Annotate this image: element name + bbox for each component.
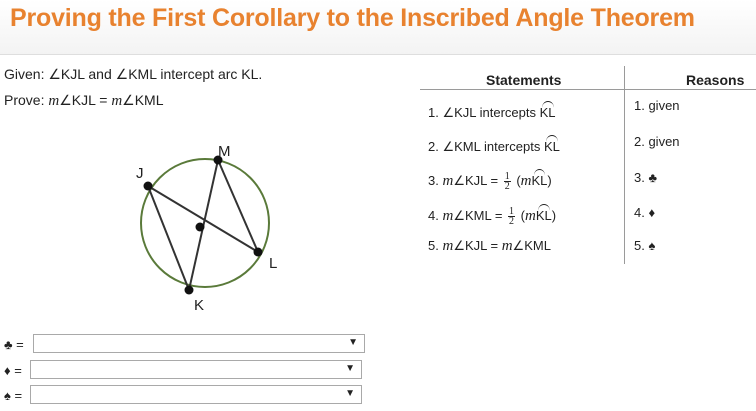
chord-jl bbox=[147, 185, 259, 253]
spade-dropdown[interactable]: ▼ bbox=[30, 385, 362, 404]
statement-4-num: 4. bbox=[428, 207, 443, 223]
arc-kl: KL bbox=[535, 203, 552, 223]
fraction-one-half: 12 bbox=[508, 206, 516, 227]
prove-end: ∠KML bbox=[122, 92, 164, 108]
reason-1: 1. given bbox=[634, 98, 680, 113]
header-reasons: Reasons bbox=[686, 72, 745, 88]
label-j: J bbox=[136, 165, 144, 182]
statement-4-m2: m bbox=[524, 207, 536, 224]
statement-5-mid: ∠KJL = bbox=[453, 238, 502, 253]
dropdown-label-club: ♣ = bbox=[4, 337, 24, 352]
label-k: K bbox=[194, 297, 204, 314]
statement-3-open: ( bbox=[512, 172, 521, 188]
statement-4-close: ) bbox=[551, 207, 557, 223]
statement-4: 4. m∠KML = 12 (mKL) bbox=[428, 203, 557, 227]
statement-2-text: 2. ∠KML intercepts bbox=[428, 139, 544, 154]
point-l bbox=[253, 247, 263, 257]
reason-5: 5. ♠ bbox=[634, 238, 656, 253]
statement-3: 3. m∠KJL = 12 (mKL) bbox=[428, 168, 552, 192]
reason-4: 4. ♦ bbox=[634, 205, 656, 220]
label-l: L bbox=[269, 255, 277, 272]
header-statements: Statements bbox=[486, 72, 562, 88]
statement-4-mid: ∠KML = bbox=[453, 207, 507, 223]
statement-3-m2: m bbox=[520, 172, 532, 189]
arc-kl: KL bbox=[531, 168, 548, 188]
prove-m2: m bbox=[111, 93, 123, 109]
prove-mid: ∠KJL = bbox=[59, 92, 112, 108]
statement-5-m: m bbox=[442, 238, 454, 254]
dropdown-label-diamond: ♦ = bbox=[4, 363, 22, 378]
statement-1: 1. ∠KJL intercepts KL bbox=[428, 101, 556, 121]
dropdown-label-spade: ♠ = bbox=[4, 388, 23, 403]
statement-3-close: ) bbox=[547, 172, 552, 188]
diamond-dropdown[interactable]: ▼ bbox=[30, 360, 362, 379]
page-header: Proving the First Corollary to the Inscr… bbox=[0, 0, 756, 55]
fraction-one-half: 12 bbox=[503, 171, 511, 192]
statement-4-open: ( bbox=[517, 207, 525, 223]
chevron-down-icon[interactable]: ▼ bbox=[345, 363, 355, 374]
circle bbox=[140, 158, 270, 288]
page-title: Proving the First Corollary to the Inscr… bbox=[10, 4, 695, 32]
prove-m1: m bbox=[48, 93, 60, 109]
chevron-down-icon[interactable]: ▼ bbox=[345, 388, 355, 399]
statement-5-num: 5. bbox=[428, 238, 443, 253]
statement-3-mid: ∠KJL = bbox=[453, 172, 502, 188]
header-divider bbox=[420, 89, 756, 90]
arc-kl: KL bbox=[543, 135, 560, 154]
prove-prefix: Prove: bbox=[4, 92, 49, 108]
point-j bbox=[143, 181, 153, 191]
label-m: M bbox=[218, 143, 231, 160]
statement-3-m: m bbox=[442, 172, 454, 189]
reason-3: 3. ♣ bbox=[634, 170, 657, 185]
given-text: Given: ∠KJL and ∠KML intercept arc KL. bbox=[4, 66, 263, 82]
statement-5-m2: m bbox=[501, 238, 513, 254]
reason-2: 2. given bbox=[634, 134, 680, 149]
prove-text: Prove: m∠KJL = m∠KML bbox=[4, 92, 164, 110]
statement-2: 2. ∠KML intercepts KL bbox=[428, 135, 560, 155]
club-dropdown[interactable]: ▼ bbox=[33, 334, 365, 353]
point-center bbox=[195, 222, 205, 232]
chevron-down-icon[interactable]: ▼ bbox=[348, 337, 358, 348]
proof-table: Statements Reasons 1. ∠KJL intercepts KL… bbox=[420, 64, 756, 264]
statement-5-end: ∠KML bbox=[512, 238, 551, 253]
statement-3-num: 3. bbox=[428, 172, 443, 188]
column-divider bbox=[624, 66, 625, 264]
statement-1-text: 1. ∠KJL intercepts bbox=[428, 105, 540, 120]
point-k bbox=[184, 285, 194, 295]
chord-ml bbox=[217, 159, 259, 253]
statement-4-m: m bbox=[442, 207, 454, 224]
statement-5: 5. m∠KJL = m∠KML bbox=[428, 238, 551, 255]
arc-kl: KL bbox=[539, 101, 556, 120]
circle-diagram: J M K L bbox=[136, 143, 277, 314]
